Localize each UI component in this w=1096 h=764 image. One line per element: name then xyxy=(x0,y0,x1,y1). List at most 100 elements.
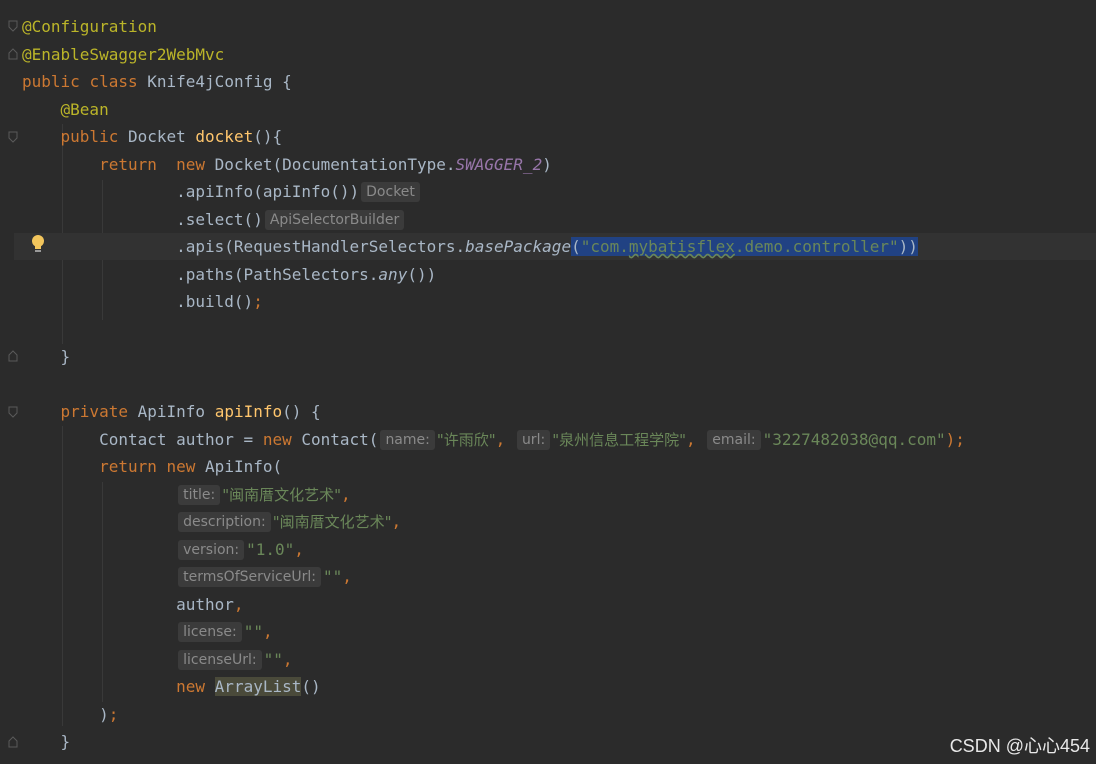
expr: ApiInfo( xyxy=(205,457,283,476)
punct: )) xyxy=(898,237,918,256)
annotation: @Configuration xyxy=(22,17,157,36)
code-line: public class Knife4jConfig { xyxy=(22,68,292,95)
punct: ); xyxy=(945,430,965,449)
type-hint: ApiSelectorBuilder xyxy=(264,210,405,230)
keyword: new xyxy=(262,430,292,449)
code-line: } xyxy=(22,728,71,755)
keyword: return xyxy=(99,457,157,476)
method-name: apiInfo xyxy=(214,402,283,421)
punct: , xyxy=(262,622,273,641)
string: "闽南厝文化艺术" xyxy=(222,486,342,504)
param-hint: name: xyxy=(380,430,435,450)
param-hint: description: xyxy=(178,512,271,532)
type: Docket xyxy=(127,127,186,146)
type: ApiInfo xyxy=(137,402,206,421)
code-line: title: "闽南厝文化艺术", xyxy=(22,481,351,508)
expr: .build() xyxy=(176,292,254,311)
fold-marker-icon[interactable] xyxy=(8,736,18,748)
punct: () { xyxy=(282,402,321,421)
code-line: return new Docket(DocumentationType.SWAG… xyxy=(22,151,552,178)
code-line: @Configuration xyxy=(22,13,157,40)
punct: ( xyxy=(571,237,581,256)
code-line: author, xyxy=(22,591,244,618)
code-line: description: "闽南厝文化艺术", xyxy=(22,508,401,535)
expr: Contact author = xyxy=(99,430,263,449)
fold-marker-icon[interactable] xyxy=(8,406,18,418)
watermark: CSDN @心心454 xyxy=(949,736,1090,756)
keyword: class xyxy=(89,72,138,91)
param-hint: licenseUrl: xyxy=(178,650,262,670)
string: "3227482038@qq.com" xyxy=(762,430,946,449)
punct: } xyxy=(60,347,71,366)
punct: , xyxy=(342,567,352,586)
param-hint: email: xyxy=(707,430,761,450)
type-hint: Docket xyxy=(361,182,420,202)
fold-marker-icon[interactable] xyxy=(8,350,18,362)
code-line: ); xyxy=(22,701,118,728)
code-line: new ArrayList() xyxy=(22,673,321,700)
fold-marker-icon[interactable] xyxy=(8,48,18,60)
code-line: .apis(RequestHandlerSelectors.basePackag… xyxy=(22,233,918,260)
punct: (){ xyxy=(253,127,283,146)
class-name: Knife4jConfig xyxy=(147,72,273,91)
fold-marker-icon[interactable] xyxy=(8,20,18,32)
punct: } xyxy=(60,732,71,751)
keyword: private xyxy=(60,402,128,421)
punct: ; xyxy=(253,292,263,311)
static-method: basePackage xyxy=(465,237,572,256)
string: "闽南厝文化艺术" xyxy=(272,513,392,531)
annotation: @Bean xyxy=(60,100,109,119)
code-line: public Docket docket(){ xyxy=(22,123,283,150)
keyword: new xyxy=(176,155,206,174)
string: "com. xyxy=(580,237,629,256)
punct: , xyxy=(686,430,706,449)
string: "许雨欣" xyxy=(436,431,496,449)
code-line: return new ApiInfo( xyxy=(22,453,282,480)
punct: { xyxy=(282,72,292,91)
annotation: @EnableSwagger2WebMvc xyxy=(22,45,225,64)
expr: .select() xyxy=(176,210,263,229)
code-line: version: "1.0", xyxy=(22,536,304,563)
highlighted-reference: ArrayList xyxy=(214,677,302,696)
variable: author xyxy=(176,595,234,614)
code-line: license: "", xyxy=(22,618,273,645)
punct: ) xyxy=(99,705,109,724)
punct: , xyxy=(341,485,351,504)
punct: ) xyxy=(542,155,552,174)
code-line: } xyxy=(22,343,71,370)
expr: .apiInfo(apiInfo()) xyxy=(176,182,360,201)
code-line: Contact author = new Contact(name: "许雨欣",… xyxy=(22,426,965,453)
code-line: .select() ApiSelectorBuilder xyxy=(22,206,406,233)
punct: () xyxy=(301,677,321,696)
code-line: @Bean xyxy=(22,96,109,123)
string: "" xyxy=(243,622,263,641)
expr: Docket(DocumentationType. xyxy=(214,155,456,174)
param-hint: url: xyxy=(516,430,551,450)
keyword: new xyxy=(176,677,206,696)
string: "1.0" xyxy=(246,540,295,559)
code-line: .paths(PathSelectors.any()) xyxy=(22,261,436,288)
code-line: private ApiInfo apiInfo() { xyxy=(22,398,321,425)
static-method: any xyxy=(378,265,408,284)
fold-marker-icon[interactable] xyxy=(8,131,18,143)
keyword: public xyxy=(22,72,80,91)
code-line: termsOfServiceUrl: "", xyxy=(22,563,352,590)
keyword: new xyxy=(166,457,196,476)
keyword: return xyxy=(99,155,157,174)
string: "" xyxy=(263,650,283,669)
code-line: @EnableSwagger2WebMvc xyxy=(22,41,224,68)
punct: , xyxy=(282,650,293,669)
selection: ("com.mybatisflex.demo.controller")) xyxy=(571,237,918,256)
code-line: .apiInfo(apiInfo()) Docket xyxy=(22,178,422,205)
method-name: docket xyxy=(195,127,254,146)
string: "" xyxy=(322,567,343,586)
expr: .paths(PathSelectors. xyxy=(176,265,379,284)
string: .demo.controller" xyxy=(734,237,899,256)
param-hint: title: xyxy=(178,485,221,505)
punct: , xyxy=(233,595,244,614)
string: mybatisflex xyxy=(628,237,735,256)
editor-gutter xyxy=(0,0,22,764)
punct: , xyxy=(294,540,304,559)
constant: SWAGGER_2 xyxy=(455,155,543,174)
code-line: .build(); xyxy=(22,288,263,315)
